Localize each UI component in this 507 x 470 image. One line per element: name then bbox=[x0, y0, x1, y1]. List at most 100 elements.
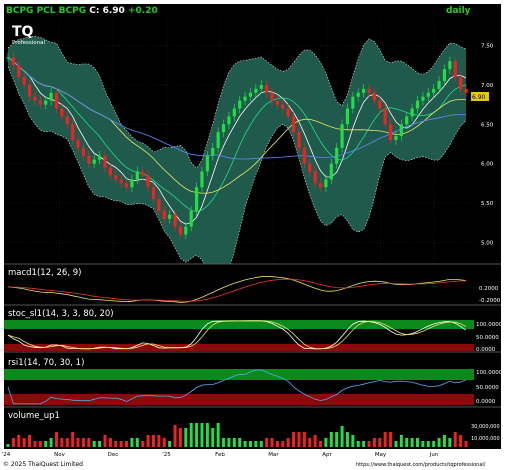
volume-bar bbox=[17, 435, 21, 447]
volume-bar bbox=[383, 432, 387, 447]
volume-bar bbox=[200, 423, 204, 447]
price-tick-label: 7.50 bbox=[481, 44, 494, 50]
candle-body bbox=[356, 92, 360, 97]
candle-body bbox=[60, 108, 64, 117]
candle-body bbox=[189, 210, 193, 227]
volume-bar bbox=[243, 441, 247, 447]
symbol-title: BCPG PCL BCPG C: 6.90 +0.20 bbox=[6, 6, 158, 16]
chart-frame: BCPG PCL BCPG C: 6.90 +0.20 daily TQ Pro… bbox=[0, 0, 507, 470]
volume-tick-10m: 10,000,000 bbox=[471, 436, 500, 442]
volume-bar bbox=[162, 438, 166, 447]
candle-body bbox=[259, 84, 263, 89]
volume-bar bbox=[362, 441, 366, 447]
volume-panel[interactable]: volume_up1 30,000,000 10,000,000 bbox=[4, 407, 501, 449]
volume-bar bbox=[372, 438, 376, 447]
interval-label: daily bbox=[446, 6, 471, 16]
volume-bar bbox=[146, 435, 150, 447]
rsi-panel[interactable]: rsi1(14, 70, 30, 1) 100.0000 50.0000 0.0… bbox=[4, 352, 503, 407]
candle-body bbox=[308, 163, 312, 172]
candle-body bbox=[76, 140, 80, 148]
stochastic-tick-100: 100.0000 bbox=[476, 322, 503, 328]
volume-bar bbox=[297, 432, 301, 447]
volume-bar bbox=[54, 432, 58, 447]
volume-bar bbox=[151, 435, 155, 447]
volume-bar bbox=[130, 438, 134, 447]
rsi-tick-100: 100.0000 bbox=[476, 370, 503, 376]
candle-body bbox=[388, 124, 393, 140]
volume-bar bbox=[453, 432, 457, 447]
volume-bar bbox=[184, 428, 188, 447]
volume-bar bbox=[6, 444, 10, 447]
candle-body bbox=[146, 175, 150, 188]
macd-panel[interactable]: macd1(12, 26, 9) 0.2000 -0.2000 bbox=[4, 264, 501, 305]
stochastic-overbought-zone bbox=[4, 320, 474, 329]
volume-bar bbox=[108, 438, 112, 447]
time-tick-label: Dec bbox=[108, 452, 119, 458]
candle-body bbox=[92, 159, 96, 164]
volume-bar bbox=[448, 438, 452, 447]
candle-body bbox=[141, 171, 145, 176]
candle-body bbox=[130, 179, 134, 188]
footer-url[interactable]: https://www.thaiquest.com/products/tqpro… bbox=[356, 462, 486, 468]
candle-body bbox=[221, 124, 226, 133]
volume-bar bbox=[205, 423, 209, 447]
candle-body bbox=[464, 88, 468, 93]
candle-body bbox=[281, 104, 285, 109]
volume-bar bbox=[114, 441, 118, 447]
candle-body bbox=[442, 69, 447, 81]
volume-bar bbox=[178, 428, 182, 447]
time-tick-label: '24 bbox=[2, 452, 11, 458]
volume-bar bbox=[367, 441, 371, 447]
volume-bar bbox=[135, 438, 139, 447]
candle-body bbox=[335, 147, 339, 164]
candle-body bbox=[194, 187, 199, 211]
volume-bar bbox=[211, 428, 215, 447]
candle-body bbox=[437, 80, 441, 89]
candle-body bbox=[426, 92, 430, 97]
candle-body bbox=[362, 88, 366, 93]
candle-body bbox=[87, 155, 91, 164]
volume-bar bbox=[405, 438, 409, 447]
candle-body bbox=[243, 96, 247, 101]
volume-bar bbox=[141, 441, 145, 447]
volume-bar bbox=[259, 441, 263, 447]
candle-body bbox=[227, 116, 231, 125]
candle-body bbox=[270, 92, 274, 101]
candle-body bbox=[459, 77, 463, 89]
rsi-tick-50: 50.0000 bbox=[476, 385, 499, 391]
candle-body bbox=[345, 108, 350, 125]
volume-bar bbox=[49, 438, 53, 447]
volume-bar bbox=[442, 435, 446, 447]
volume-bar bbox=[319, 441, 323, 447]
volume-bar bbox=[119, 441, 123, 447]
volume-bar bbox=[81, 438, 85, 447]
volume-bar bbox=[232, 438, 236, 447]
volume-bar bbox=[416, 438, 420, 447]
candle-body bbox=[286, 108, 290, 117]
time-tick-label: '25 bbox=[162, 452, 171, 458]
candle-body bbox=[324, 179, 328, 188]
candle-body bbox=[49, 92, 53, 101]
stochastic-panel[interactable]: stoc_sl1(14, 3, 3, 80, 20) 100.0000 50.0… bbox=[4, 305, 503, 353]
volume-bar bbox=[432, 441, 436, 447]
volume-bar bbox=[125, 441, 129, 447]
time-tick-label: Nov bbox=[54, 452, 65, 458]
candle-body bbox=[98, 155, 102, 160]
volume-bar bbox=[394, 441, 398, 447]
volume-bar bbox=[292, 432, 296, 447]
volume-bar bbox=[87, 438, 91, 447]
volume-bar bbox=[437, 438, 441, 447]
copyright-text: © 2025 ThaiQuest Limited bbox=[3, 461, 83, 468]
candle-body bbox=[329, 163, 333, 180]
time-tick-label: Feb bbox=[215, 452, 225, 458]
volume-bar bbox=[313, 435, 317, 447]
candle-body bbox=[275, 100, 280, 105]
candle-body bbox=[410, 108, 414, 117]
volume-bar bbox=[308, 438, 312, 447]
candle-body bbox=[238, 100, 242, 109]
volume-bar bbox=[459, 435, 463, 447]
candle-body bbox=[394, 136, 398, 140]
candle-body bbox=[448, 61, 452, 70]
candle-body bbox=[232, 108, 236, 117]
volume-bar bbox=[335, 432, 339, 447]
